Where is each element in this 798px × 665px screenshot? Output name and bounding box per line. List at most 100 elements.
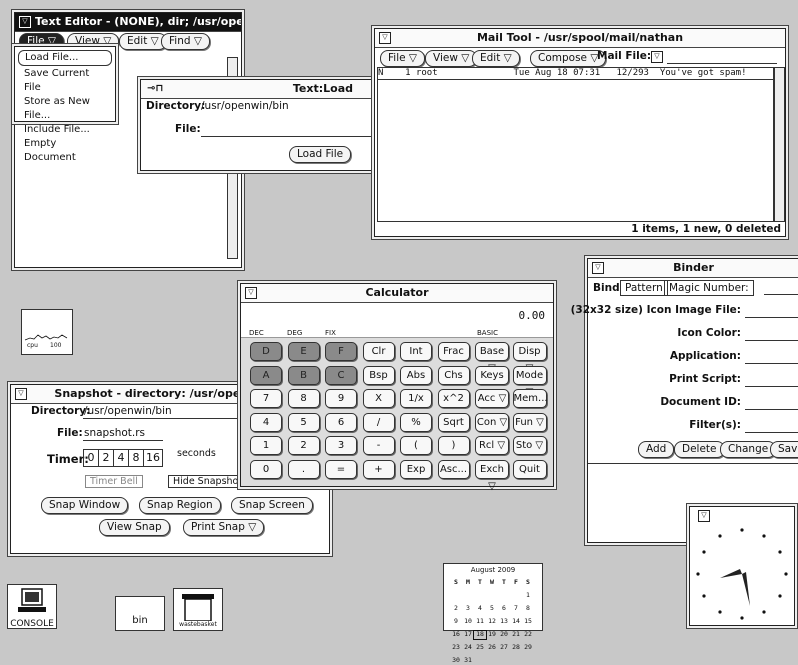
- mail-view-button[interactable]: View ▽: [425, 50, 478, 67]
- calc-key[interactable]: D: [250, 342, 282, 361]
- change-button[interactable]: Change: [720, 441, 777, 458]
- calc-key[interactable]: Frac: [437, 342, 470, 361]
- timer-selector[interactable]: 0 2 4 8 16: [83, 449, 163, 467]
- clock-header[interactable]: ▽: [690, 507, 794, 523]
- calc-key[interactable]: X: [362, 389, 395, 408]
- calc-key[interactable]: .: [287, 459, 320, 479]
- timer-option[interactable]: 8: [129, 450, 144, 466]
- text-load-titlebar[interactable]: ⊸⊓ Text:Load: [141, 80, 379, 99]
- mail-tool-titlebar[interactable]: ▽ Mail Tool - /usr/spool/mail/nathan: [375, 29, 785, 48]
- icon-color-input[interactable]: [745, 328, 798, 341]
- calc-key[interactable]: Clr: [362, 342, 395, 361]
- find-menu-button[interactable]: Find ▽: [161, 33, 210, 50]
- menu-item-save-current-file[interactable]: Save Current File: [15, 67, 115, 95]
- bin-folder-icon[interactable]: bin: [115, 596, 165, 631]
- calc-key[interactable]: 2: [287, 436, 320, 455]
- calc-key[interactable]: Bsp: [362, 365, 395, 385]
- snap-screen-button[interactable]: Snap Screen: [231, 497, 313, 514]
- calc-key[interactable]: (: [400, 436, 432, 455]
- compose-button[interactable]: Compose ▽: [530, 50, 607, 67]
- view-snap-button[interactable]: View Snap: [99, 519, 170, 536]
- delete-button[interactable]: Delete: [674, 441, 725, 458]
- calc-key[interactable]: Keys: [475, 365, 509, 385]
- calc-key[interactable]: Rcl ▽: [475, 436, 509, 455]
- menu-item-store-as-new-file[interactable]: Store as New File...: [15, 95, 115, 123]
- calc-key[interactable]: 1: [250, 436, 282, 455]
- calc-key[interactable]: 1/x: [400, 389, 432, 408]
- calc-key[interactable]: Exch ▽: [475, 459, 509, 492]
- calendar-icon[interactable]: August 2009 S M T W T F S 1 2 3 4 5 6 7 8 9 10 11 12 13 14 15…: [443, 563, 543, 664]
- file-input[interactable]: [83, 428, 163, 441]
- calc-key[interactable]: Mode ▽: [512, 365, 547, 398]
- calc-key[interactable]: %: [400, 412, 432, 432]
- calc-key[interactable]: -: [362, 436, 395, 455]
- pushpin-icon[interactable]: ⊸⊓: [147, 80, 163, 98]
- calc-key[interactable]: Chs: [437, 365, 470, 385]
- message-list[interactable]: N 1 root Tue Aug 18 07:31 12/293 You've …: [377, 67, 774, 222]
- window-menu-icon[interactable]: ▽: [19, 16, 31, 28]
- save-button[interactable]: Save: [770, 441, 798, 458]
- directory-value[interactable]: /usr/openwin/bin: [201, 100, 289, 112]
- magic-number-tab[interactable]: Magic Number:: [664, 280, 754, 296]
- file-dropdown-menu[interactable]: Load File... Save Current File Store as …: [14, 46, 116, 163]
- calc-key[interactable]: Asc...: [437, 459, 470, 479]
- message-row[interactable]: N 1 root Tue Aug 18 07:31 12/293 You've …: [378, 68, 773, 80]
- calc-key[interactable]: 7: [250, 389, 282, 408]
- calc-key[interactable]: Quit: [512, 459, 547, 479]
- print-snap-button[interactable]: Print Snap ▽: [183, 519, 265, 536]
- edit-menu-button[interactable]: Edit ▽: [119, 33, 167, 50]
- pattern-tab[interactable]: Pattern: [620, 280, 668, 296]
- calc-key[interactable]: Sqrt: [437, 412, 470, 432]
- timer-option[interactable]: 0: [84, 450, 99, 466]
- timer-option[interactable]: 16: [144, 450, 162, 466]
- calc-key[interactable]: Exp: [400, 459, 432, 479]
- calc-key[interactable]: Base ▽: [475, 342, 509, 374]
- binder-titlebar[interactable]: ▽ Binder: [588, 259, 798, 278]
- window-menu-icon[interactable]: ▽: [15, 388, 27, 400]
- snap-window-button[interactable]: Snap Window: [41, 497, 129, 514]
- mail-edit-button[interactable]: Edit ▽: [472, 50, 520, 67]
- binder-window[interactable]: ▽ Binder Bind Pattern Magic Number: (32x…: [571, 258, 798, 543]
- calc-key[interactable]: B: [287, 365, 320, 385]
- text-load-dialog[interactable]: ⊸⊓ Text:Load Directory: /usr/openwin/bin…: [140, 79, 380, 171]
- calc-key[interactable]: Mem...: [512, 389, 548, 408]
- calc-key[interactable]: =: [325, 459, 357, 479]
- calc-key[interactable]: x^2: [437, 389, 470, 408]
- calc-key[interactable]: E: [287, 342, 320, 361]
- calc-key[interactable]: 6: [325, 412, 357, 432]
- timer-bell-checkbox[interactable]: Timer Bell: [85, 475, 143, 488]
- menu-item-empty-document[interactable]: Empty Document: [15, 137, 115, 165]
- application-input[interactable]: [745, 351, 798, 364]
- calc-key[interactable]: Acc ▽: [475, 389, 509, 408]
- window-menu-icon[interactable]: ▽: [245, 287, 257, 299]
- calc-key[interactable]: 5: [287, 412, 320, 432]
- add-button[interactable]: Add: [638, 441, 675, 458]
- window-menu-icon[interactable]: ▽: [592, 262, 604, 274]
- perfmeter-icon[interactable]: cpu 100: [21, 309, 73, 355]
- mail-file-menu-icon[interactable]: ▽: [651, 51, 663, 63]
- calc-key[interactable]: 4: [250, 412, 282, 432]
- calc-key[interactable]: C: [325, 365, 357, 385]
- text-editor-titlebar[interactable]: ▽ Text Editor - (NONE), dir; /usr/openwi…: [15, 13, 241, 32]
- console-icon[interactable]: CONSOLE: [7, 584, 57, 629]
- calc-key[interactable]: /: [362, 412, 395, 432]
- calc-key[interactable]: Con ▽: [475, 412, 509, 432]
- calc-key[interactable]: 0: [250, 459, 282, 479]
- mail-file-button[interactable]: File ▽: [380, 50, 425, 67]
- load-file-button[interactable]: Load File: [289, 146, 352, 163]
- document-id-input[interactable]: [745, 397, 798, 410]
- file-input[interactable]: [201, 124, 377, 137]
- calc-key[interactable]: 3: [325, 436, 357, 455]
- mail-file-input[interactable]: [667, 51, 777, 64]
- clock-window[interactable]: ▽: [689, 506, 795, 626]
- calculator-window[interactable]: ▽ Calculator 0.00 DEC DEG FIX BASIC DEFC…: [240, 283, 554, 492]
- timer-option[interactable]: 2: [99, 450, 114, 466]
- calc-key[interactable]: A: [250, 365, 282, 385]
- calc-key[interactable]: F: [325, 342, 357, 361]
- calc-key[interactable]: Int: [400, 342, 432, 361]
- snap-region-button[interactable]: Snap Region: [139, 497, 221, 514]
- calc-key[interactable]: ): [437, 436, 470, 455]
- calc-key[interactable]: Fun ▽: [512, 412, 547, 432]
- calc-key[interactable]: 8: [287, 389, 320, 408]
- calc-key[interactable]: Sto ▽: [512, 436, 547, 455]
